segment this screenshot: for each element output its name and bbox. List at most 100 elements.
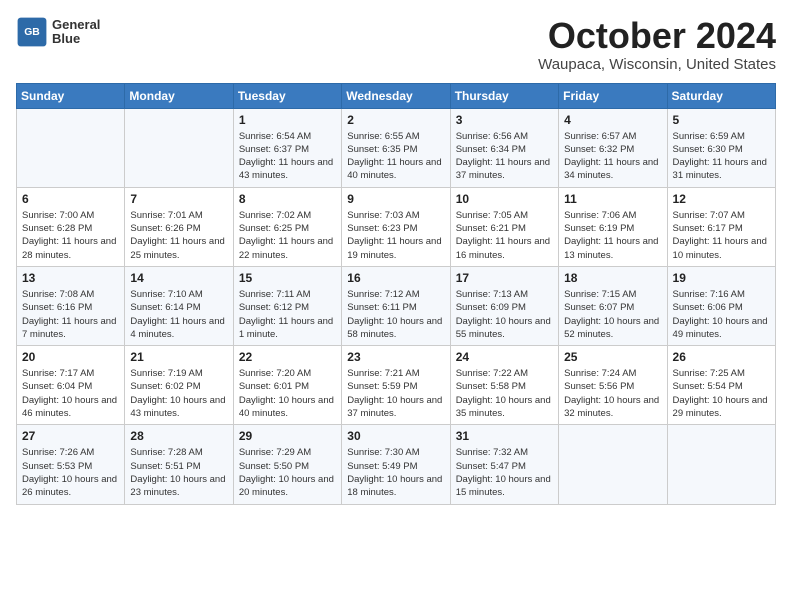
day-info: Sunrise: 7:12 AM Sunset: 6:11 PM Dayligh… — [347, 288, 444, 341]
day-number: 3 — [456, 113, 553, 127]
calendar-cell: 9 Sunrise: 7:03 AM Sunset: 6:23 PM Daylig… — [342, 187, 450, 266]
logo-text: General Blue — [52, 18, 100, 47]
day-number: 20 — [22, 350, 119, 364]
calendar-cell: 27 Sunrise: 7:26 AM Sunset: 5:53 PM Dayli… — [17, 425, 125, 504]
day-number: 26 — [673, 350, 770, 364]
day-number: 22 — [239, 350, 336, 364]
calendar-cell: 17Sunrise: 7:13 AM Sunset: 6:09 PM Dayli… — [450, 266, 558, 345]
day-info: Sunrise: 6:56 AM Sunset: 6:34 PM Dayligh… — [456, 130, 553, 183]
day-info: Sunrise: 6:59 AM Sunset: 6:30 PM Dayligh… — [673, 130, 770, 183]
day-info: Sunrise: 7:06 AM Sunset: 6:19 PM Dayligh… — [564, 209, 661, 262]
calendar-cell: 6Sunrise: 7:00 AM Sunset: 6:28 PM Daylig… — [17, 187, 125, 266]
day-info: Sunrise: 7:22 AM Sunset: 5:58 PM Dayligh… — [456, 367, 553, 420]
calendar-cell: 13Sunrise: 7:08 AM Sunset: 6:16 PM Dayli… — [17, 266, 125, 345]
weekday-header-saturday: Saturday — [667, 83, 775, 108]
day-info: Sunrise: 7:15 AM Sunset: 6:07 PM Dayligh… — [564, 288, 661, 341]
day-number: 13 — [22, 271, 119, 285]
day-number: 6 — [22, 192, 119, 206]
day-number: 15 — [239, 271, 336, 285]
day-number: 25 — [564, 350, 661, 364]
day-info: Sunrise: 7:28 AM Sunset: 5:51 PM Dayligh… — [130, 446, 227, 499]
calendar-cell: 30Sunrise: 7:30 AM Sunset: 5:49 PM Dayli… — [342, 425, 450, 504]
day-info: Sunrise: 7:07 AM Sunset: 6:17 PM Dayligh… — [673, 209, 770, 262]
day-number: 28 — [130, 429, 227, 443]
day-info: Sunrise: 7:02 AM Sunset: 6:25 PM Dayligh… — [239, 209, 336, 262]
day-info: Sunrise: 7:20 AM Sunset: 6:01 PM Dayligh… — [239, 367, 336, 420]
calendar-body: 1 Sunrise: 6:54 AM Sunset: 6:37 PM Daylig… — [17, 108, 776, 504]
logo-icon: GB — [16, 16, 48, 48]
day-number: 2 — [347, 113, 444, 127]
calendar-week-1: 1 Sunrise: 6:54 AM Sunset: 6:37 PM Daylig… — [17, 108, 776, 187]
day-number: 27 — [22, 429, 119, 443]
day-info: Sunrise: 7:25 AM Sunset: 5:54 PM Dayligh… — [673, 367, 770, 420]
day-number: 11 — [564, 192, 661, 206]
calendar-cell: 31 Sunrise: 7:32 AM Sunset: 5:47 PM Dayli… — [450, 425, 558, 504]
day-number: 8 — [239, 192, 336, 206]
calendar-table: SundayMondayTuesdayWednesdayThursdayFrid… — [16, 83, 776, 505]
day-number: 1 — [239, 113, 336, 127]
calendar-cell: 24 Sunrise: 7:22 AM Sunset: 5:58 PM Dayli… — [450, 346, 558, 425]
calendar-week-3: 13Sunrise: 7:08 AM Sunset: 6:16 PM Dayli… — [17, 266, 776, 345]
logo-line1: General — [52, 18, 100, 32]
calendar-cell: 16 Sunrise: 7:12 AM Sunset: 6:11 PM Dayli… — [342, 266, 450, 345]
header: GB General Blue October 2024 Waupaca, Wi… — [16, 16, 776, 73]
calendar-cell — [125, 108, 233, 187]
calendar-cell: 8 Sunrise: 7:02 AM Sunset: 6:25 PM Daylig… — [233, 187, 341, 266]
calendar-cell: 11 Sunrise: 7:06 AM Sunset: 6:19 PM Dayli… — [559, 187, 667, 266]
weekday-header-wednesday: Wednesday — [342, 83, 450, 108]
day-number: 29 — [239, 429, 336, 443]
day-number: 18 — [564, 271, 661, 285]
calendar-cell: 21 Sunrise: 7:19 AM Sunset: 6:02 PM Dayli… — [125, 346, 233, 425]
day-info: Sunrise: 7:17 AM Sunset: 6:04 PM Dayligh… — [22, 367, 119, 420]
calendar-week-5: 27 Sunrise: 7:26 AM Sunset: 5:53 PM Dayli… — [17, 425, 776, 504]
day-number: 24 — [456, 350, 553, 364]
calendar-week-2: 6Sunrise: 7:00 AM Sunset: 6:28 PM Daylig… — [17, 187, 776, 266]
day-number: 14 — [130, 271, 227, 285]
day-number: 9 — [347, 192, 444, 206]
day-info: Sunrise: 7:10 AM Sunset: 6:14 PM Dayligh… — [130, 288, 227, 341]
weekday-header-row: SundayMondayTuesdayWednesdayThursdayFrid… — [17, 83, 776, 108]
day-number: 10 — [456, 192, 553, 206]
day-info: Sunrise: 7:05 AM Sunset: 6:21 PM Dayligh… — [456, 209, 553, 262]
day-info: Sunrise: 6:54 AM Sunset: 6:37 PM Dayligh… — [239, 130, 336, 183]
day-info: Sunrise: 7:30 AM Sunset: 5:49 PM Dayligh… — [347, 446, 444, 499]
day-info: Sunrise: 7:24 AM Sunset: 5:56 PM Dayligh… — [564, 367, 661, 420]
calendar-cell — [667, 425, 775, 504]
weekday-header-sunday: Sunday — [17, 83, 125, 108]
day-info: Sunrise: 7:32 AM Sunset: 5:47 PM Dayligh… — [456, 446, 553, 499]
calendar-cell: 14 Sunrise: 7:10 AM Sunset: 6:14 PM Dayli… — [125, 266, 233, 345]
calendar-cell: 12Sunrise: 7:07 AM Sunset: 6:17 PM Dayli… — [667, 187, 775, 266]
day-number: 19 — [673, 271, 770, 285]
day-info: Sunrise: 7:29 AM Sunset: 5:50 PM Dayligh… — [239, 446, 336, 499]
day-number: 21 — [130, 350, 227, 364]
calendar-cell: 5Sunrise: 6:59 AM Sunset: 6:30 PM Daylig… — [667, 108, 775, 187]
day-number: 23 — [347, 350, 444, 364]
calendar-cell: 20 Sunrise: 7:17 AM Sunset: 6:04 PM Dayli… — [17, 346, 125, 425]
calendar-cell: 25 Sunrise: 7:24 AM Sunset: 5:56 PM Dayli… — [559, 346, 667, 425]
day-number: 4 — [564, 113, 661, 127]
day-number: 7 — [130, 192, 227, 206]
calendar-cell: 7Sunrise: 7:01 AM Sunset: 6:26 PM Daylig… — [125, 187, 233, 266]
calendar-cell: 26 Sunrise: 7:25 AM Sunset: 5:54 PM Dayli… — [667, 346, 775, 425]
day-info: Sunrise: 7:03 AM Sunset: 6:23 PM Dayligh… — [347, 209, 444, 262]
title-area: October 2024 Waupaca, Wisconsin, United … — [538, 16, 776, 73]
weekday-header-thursday: Thursday — [450, 83, 558, 108]
weekday-header-tuesday: Tuesday — [233, 83, 341, 108]
day-info: Sunrise: 6:55 AM Sunset: 6:35 PM Dayligh… — [347, 130, 444, 183]
location-title: Waupaca, Wisconsin, United States — [538, 56, 776, 73]
day-info: Sunrise: 7:19 AM Sunset: 6:02 PM Dayligh… — [130, 367, 227, 420]
day-info: Sunrise: 7:13 AM Sunset: 6:09 PM Dayligh… — [456, 288, 553, 341]
weekday-header-friday: Friday — [559, 83, 667, 108]
logo-line2: Blue — [52, 32, 100, 46]
calendar-header: SundayMondayTuesdayWednesdayThursdayFrid… — [17, 83, 776, 108]
calendar-cell — [559, 425, 667, 504]
day-number: 16 — [347, 271, 444, 285]
calendar-cell: 23Sunrise: 7:21 AM Sunset: 5:59 PM Dayli… — [342, 346, 450, 425]
month-title: October 2024 — [538, 16, 776, 56]
svg-text:GB: GB — [24, 27, 40, 38]
calendar-week-4: 20 Sunrise: 7:17 AM Sunset: 6:04 PM Dayli… — [17, 346, 776, 425]
day-number: 31 — [456, 429, 553, 443]
day-info: Sunrise: 7:26 AM Sunset: 5:53 PM Dayligh… — [22, 446, 119, 499]
calendar-cell: 2 Sunrise: 6:55 AM Sunset: 6:35 PM Daylig… — [342, 108, 450, 187]
calendar-cell — [17, 108, 125, 187]
